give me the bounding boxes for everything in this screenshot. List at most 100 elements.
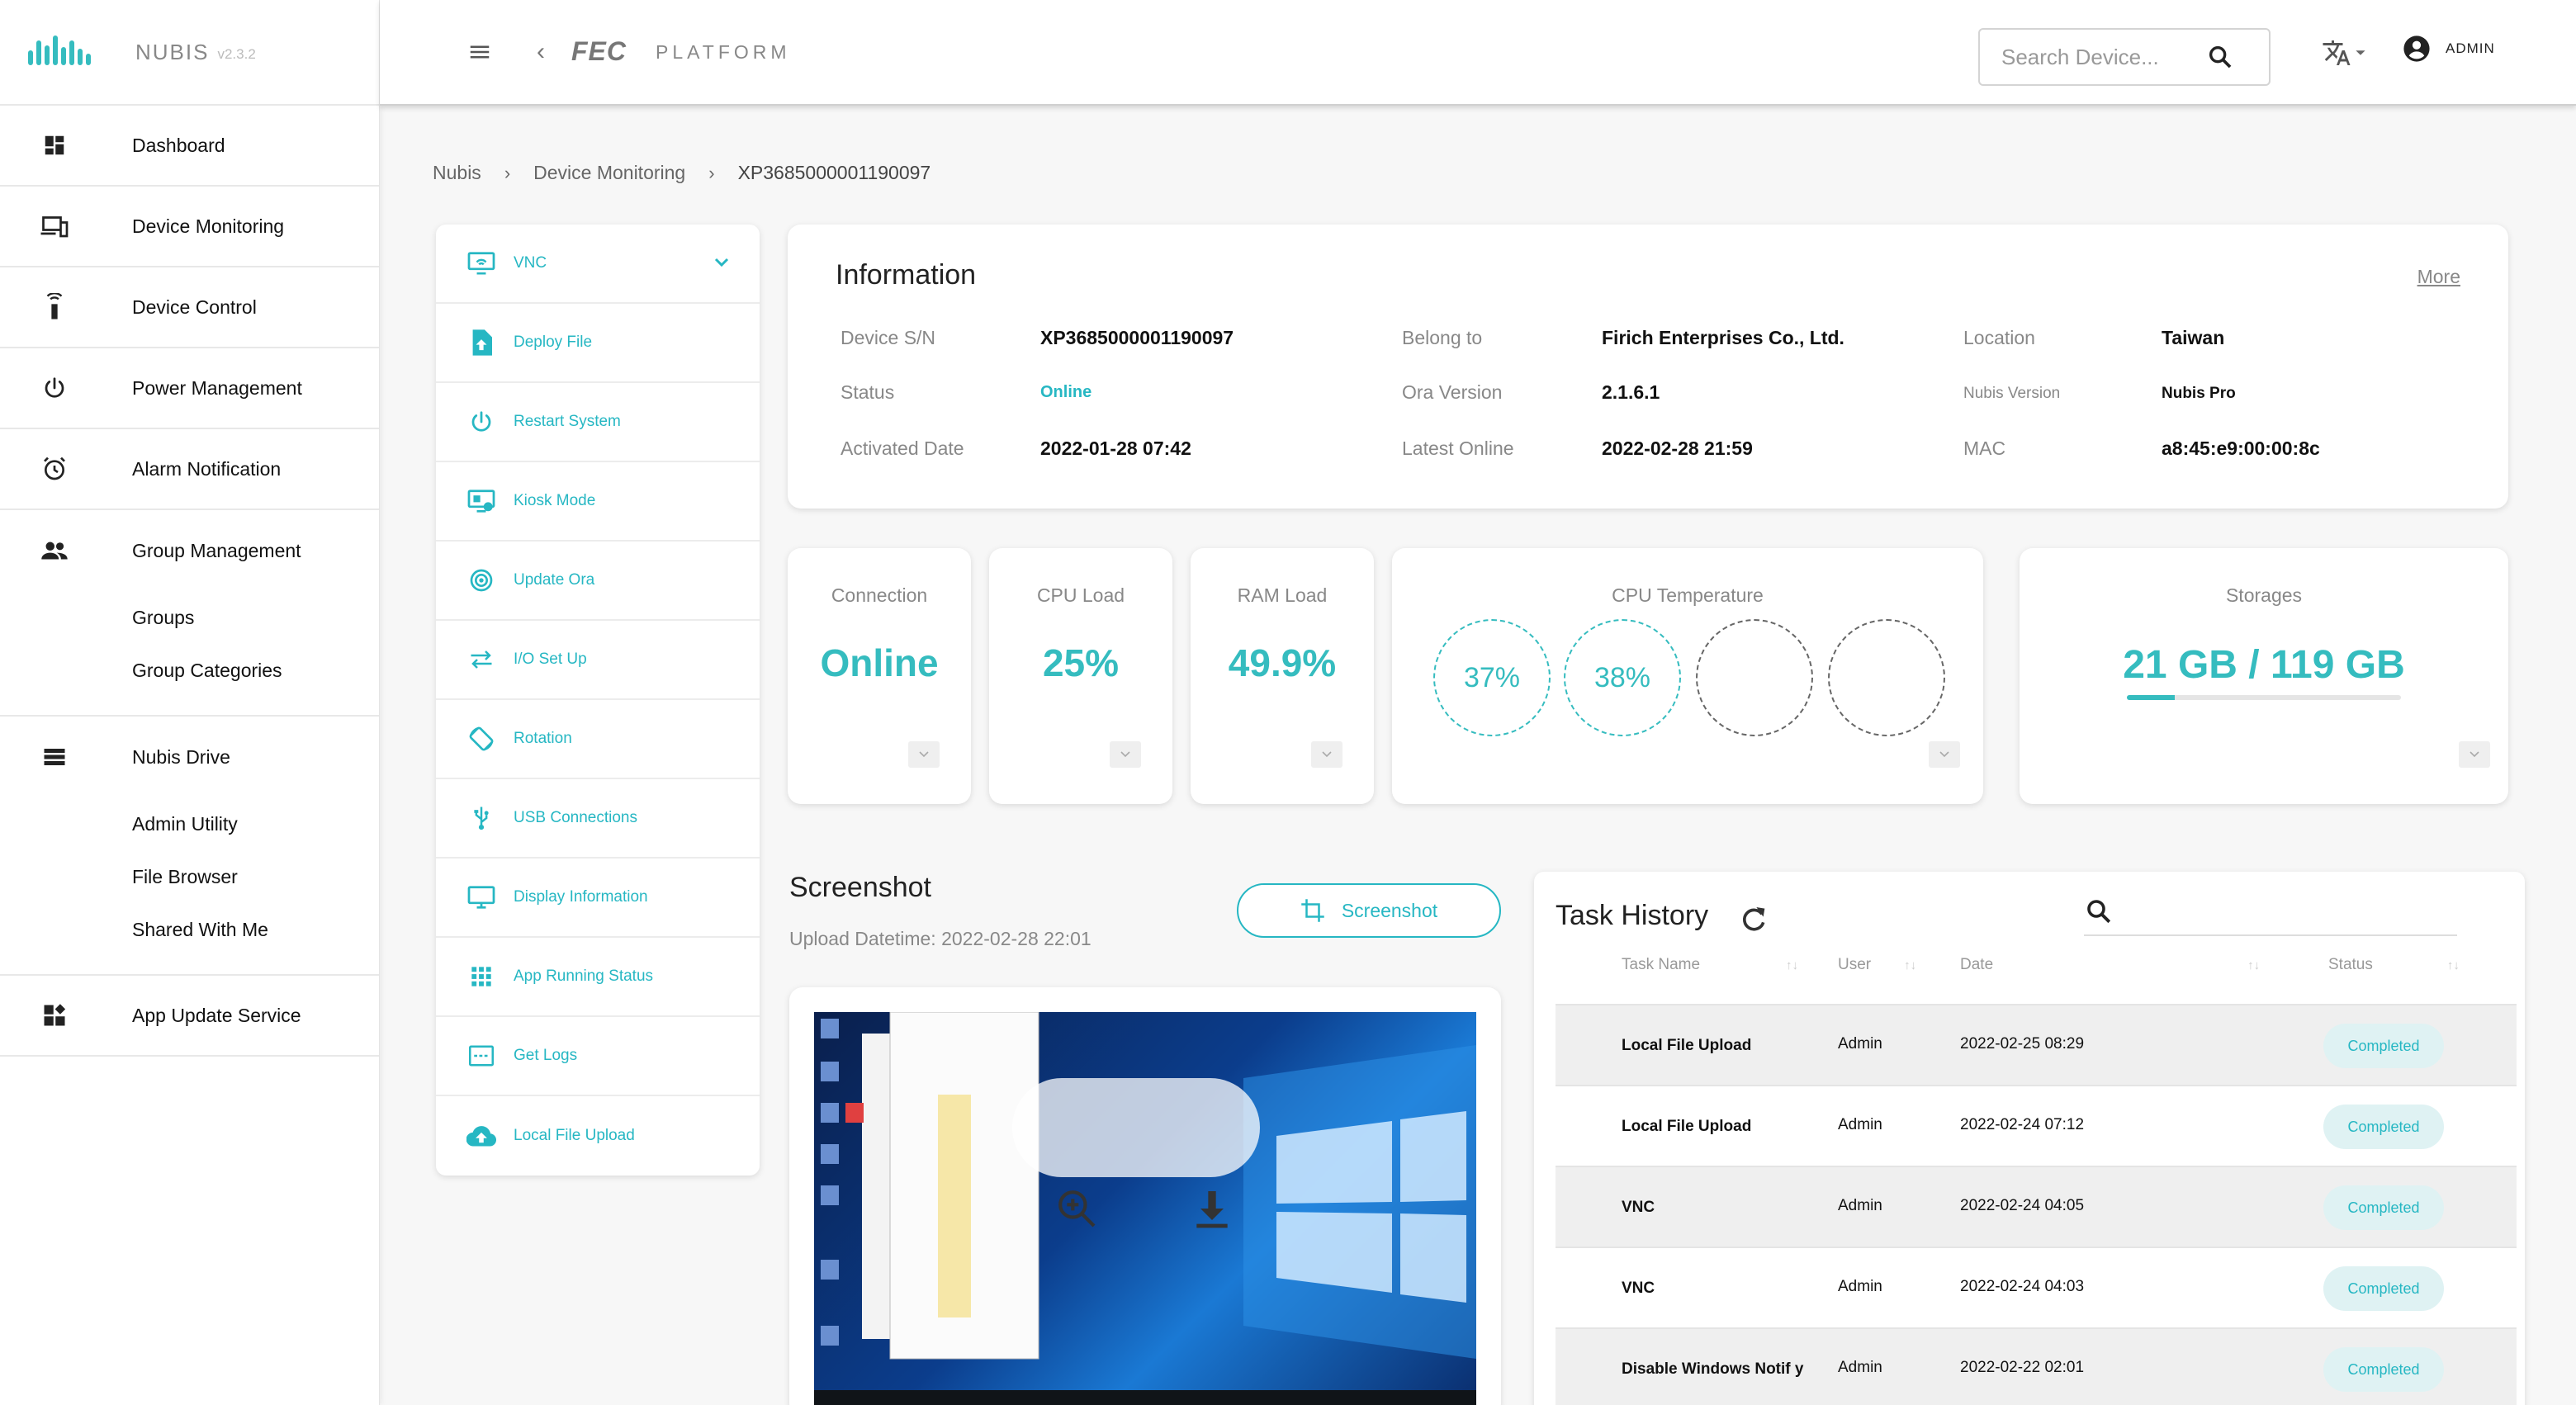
column-header-task-name[interactable]: Task Name ↑↓ — [1622, 956, 1798, 974]
sidebar-item-dashboard[interactable]: Dashboard — [0, 106, 379, 187]
zoom-in-icon[interactable] — [1054, 1185, 1100, 1232]
sidebar-subitem-group-categories[interactable]: Group Categories — [0, 644, 379, 697]
sort-icon[interactable]: ↑↓ — [1904, 958, 1916, 972]
table-row[interactable]: VNC Admin 2022-02-24 04:05 Completed — [1556, 1166, 2517, 1247]
screenshot-title: Screenshot — [789, 872, 931, 903]
chevron-right-icon: › — [708, 162, 715, 183]
table-row[interactable]: Local File Upload Admin 2022-02-24 07:12… — [1556, 1085, 2517, 1166]
sidebar-subitem-groups[interactable]: Groups — [0, 591, 379, 644]
language-switcher[interactable] — [2322, 36, 2371, 69]
task-user: Admin — [1838, 1116, 1882, 1133]
screenshot-button-label: Screenshot — [1341, 899, 1438, 921]
expand-button[interactable] — [1311, 741, 1342, 768]
search-icon[interactable] — [2206, 43, 2234, 71]
sidebar-item-label: Group Management — [132, 539, 301, 561]
expand-button[interactable] — [908, 741, 940, 768]
breadcrumb-nubis[interactable]: Nubis — [433, 162, 481, 184]
user-name: ADMIN — [2446, 40, 2495, 56]
chevron-down-icon — [2469, 751, 2479, 758]
table-row[interactable]: Local File Upload Admin 2022-02-25 08:29… — [1556, 1004, 2517, 1085]
fec-logo: FEC — [571, 36, 627, 66]
vnc-icon — [466, 248, 497, 279]
action-usb-connections[interactable]: USB Connections — [436, 779, 760, 859]
sidebar-item-app-update-service[interactable]: App Update Service — [0, 976, 379, 1057]
task-name: VNC — [1622, 1280, 1655, 1297]
table-row[interactable]: Disable Windows Notif y Admin 2022-02-22… — [1556, 1327, 2517, 1405]
apps-icon — [466, 961, 497, 992]
sidebar-item-device-control[interactable]: Device Control — [0, 267, 379, 348]
crop-icon — [1301, 899, 1324, 922]
action-get-logs[interactable]: Get Logs — [436, 1017, 760, 1096]
column-header-status[interactable]: Status ↑↓ — [2328, 956, 2460, 974]
action-label: Deploy File — [514, 334, 593, 351]
action-vnc[interactable]: VNC — [436, 225, 760, 304]
search-icon[interactable] — [2084, 896, 2114, 926]
user-menu[interactable]: ADMIN — [2403, 35, 2495, 63]
download-icon[interactable] — [1189, 1185, 1235, 1232]
temperature-gauge: 37% — [1433, 619, 1551, 736]
action-update-ora[interactable]: Update Ora — [436, 542, 760, 621]
device-sn-value: XP3685000001190097 — [1040, 327, 1234, 348]
belong-to-value: Firich Enterprises Co., Ltd. — [1602, 327, 1844, 348]
column-header-date[interactable]: Date ↑↓ — [1960, 956, 2260, 974]
mac-value: a8:45:e9:00:00:8c — [2162, 438, 2320, 459]
sidebar-item-nubis-drive[interactable]: Nubis Drive — [0, 717, 379, 797]
expand-button[interactable] — [1929, 741, 1960, 768]
storage-progress-bar — [2127, 695, 2401, 700]
take-screenshot-button[interactable]: Screenshot — [1237, 883, 1501, 938]
task-history-title: Task History — [1556, 900, 1709, 931]
menu-icon[interactable] — [467, 40, 492, 64]
status-badge: Completed — [2323, 1105, 2444, 1149]
column-header-label: Date — [1960, 956, 1994, 973]
sidebar-item-group-management[interactable]: Group Management — [0, 510, 379, 591]
action-io-set-up[interactable]: I/O Set Up — [436, 621, 760, 700]
breadcrumb: Nubis › Device Monitoring › XP3685000001… — [433, 162, 930, 184]
action-deploy-file[interactable]: Deploy File — [436, 304, 760, 383]
location-value: Taiwan — [2162, 327, 2225, 348]
expand-button[interactable] — [1110, 741, 1141, 768]
sidebar-item-alarm-notification[interactable]: Alarm Notification — [0, 429, 379, 510]
task-search-input[interactable] — [2084, 934, 2457, 936]
sort-icon[interactable]: ↑↓ — [2247, 958, 2260, 972]
sidebar-subitem-file-browser[interactable]: File Browser — [0, 850, 379, 903]
sort-icon[interactable]: ↑↓ — [2447, 958, 2460, 972]
breadcrumb-device-monitoring[interactable]: Device Monitoring — [533, 162, 685, 184]
action-kiosk-mode[interactable]: Kiosk Mode — [436, 462, 760, 542]
activated-date-label: Activated Date — [841, 438, 964, 459]
column-header-user[interactable]: User ↑↓ — [1838, 956, 1916, 974]
status-badge: Completed — [2323, 1266, 2444, 1311]
sidebar-item-device-monitoring[interactable]: Device Monitoring — [0, 187, 379, 267]
io-icon — [466, 644, 497, 675]
expand-button[interactable] — [2459, 741, 2490, 768]
table-row[interactable]: VNC Admin 2022-02-24 04:03 Completed — [1556, 1247, 2517, 1327]
action-local-file-upload[interactable]: Local File Upload — [436, 1096, 760, 1176]
sidebar-subitem-admin-utility[interactable]: Admin Utility — [0, 797, 379, 850]
breadcrumb-current: XP3685000001190097 — [737, 162, 931, 183]
ora-version-label: Ora Version — [1402, 381, 1503, 403]
chevron-down-icon[interactable] — [712, 253, 732, 272]
search-input[interactable] — [2001, 44, 2208, 70]
action-restart-system[interactable]: Restart System — [436, 383, 760, 462]
column-header-label: Status — [2328, 956, 2373, 973]
brand-name: NUBIS — [135, 39, 210, 64]
back-chevron-icon[interactable]: ‹ — [537, 38, 545, 66]
task-user: Admin — [1838, 1035, 1882, 1053]
status-label: Status — [841, 381, 895, 403]
group-icon — [38, 534, 71, 567]
refresh-icon[interactable] — [1737, 903, 1770, 936]
sort-icon[interactable]: ↑↓ — [1786, 958, 1798, 972]
more-link[interactable]: More — [2417, 266, 2460, 288]
ram-load-card: RAM Load 49.9% — [1191, 548, 1374, 804]
action-rotation[interactable]: Rotation — [436, 700, 760, 779]
task-date: 2022-02-24 04:03 — [1960, 1278, 2085, 1295]
action-app-running-status[interactable]: App Running Status — [436, 938, 760, 1017]
dashboard-icon — [38, 129, 71, 162]
temperature-gauge: 38% — [1564, 619, 1681, 736]
sidebar-subitem-shared-with-me[interactable]: Shared With Me — [0, 903, 379, 956]
action-display-information[interactable]: Display Information — [436, 859, 760, 938]
sidebar-item-power-management[interactable]: Power Management — [0, 348, 379, 429]
task-user: Admin — [1838, 1359, 1882, 1376]
connection-title: Connection — [831, 584, 928, 606]
location-label: Location — [1963, 327, 2035, 348]
information-card: Information More Device S/N XP3685000001… — [788, 225, 2508, 509]
